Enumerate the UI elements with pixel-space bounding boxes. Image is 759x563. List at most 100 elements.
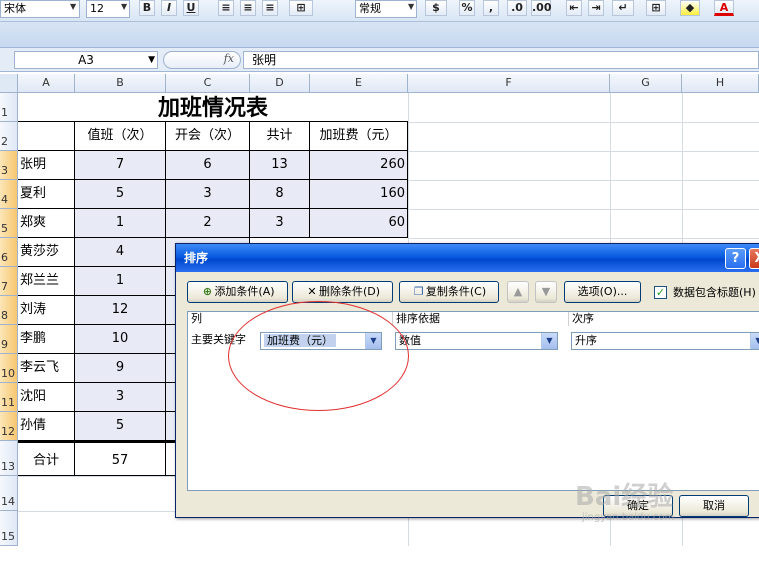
merge-cells-icon[interactable]: ⊞ [289,0,313,16]
row-header[interactable]: 14 [0,476,18,511]
row-header[interactable]: 5 [0,209,18,238]
duty-cell[interactable]: 10 [75,325,166,354]
fee-cell[interactable]: 160 [310,180,408,209]
has-headers-checkbox[interactable]: ✓ [654,286,667,299]
duty-cell[interactable]: 9 [75,354,166,383]
move-up-button[interactable]: ▲ [507,281,529,303]
total-cell[interactable]: 13 [250,151,310,180]
name-cell[interactable]: 郑爽 [18,209,75,238]
total-cell[interactable]: 3 [250,209,310,238]
insert-function-area[interactable]: fx [163,51,241,69]
duty-cell[interactable]: 1 [75,267,166,296]
row-header[interactable]: 1 [0,93,18,122]
header-cell[interactable]: 加班费（元） [310,122,408,151]
name-cell[interactable]: 黄莎莎 [18,238,75,267]
decrease-decimal-icon[interactable]: .00 [531,0,552,16]
column-header-a[interactable]: A [18,74,75,93]
column-header-h[interactable]: H [682,74,759,93]
duty-cell[interactable]: 5 [75,412,166,441]
percent-button[interactable]: % [459,0,475,16]
row-header[interactable]: 11 [0,383,18,412]
delete-level-button[interactable]: ✕ 删除条件(D) [292,281,393,303]
duty-cell[interactable]: 12 [75,296,166,325]
duty-cell[interactable]: 3 [75,383,166,412]
header-cell-empty[interactable] [18,122,75,151]
meeting-cell[interactable]: 3 [166,180,250,209]
fee-cell[interactable]: 60 [310,209,408,238]
duty-cell[interactable]: 1 [75,209,166,238]
row-header[interactable]: 6 [0,238,18,267]
borders-icon[interactable]: ⊞ [646,0,666,16]
total-cell[interactable]: 8 [250,180,310,209]
name-cell[interactable]: 张明 [18,151,75,180]
copy-level-button[interactable]: ❐ 复制条件(C) [399,281,499,303]
sort-on-select[interactable]: 数值 ▼ [395,332,558,350]
column-header-g[interactable]: G [610,74,682,93]
chevron-down-icon[interactable]: ▼ [750,333,759,349]
help-button[interactable]: ? [725,248,746,269]
column-header-b[interactable]: B [75,74,166,93]
indent-increase-icon[interactable]: ⇥ [588,0,604,16]
row-header[interactable]: 9 [0,325,18,354]
row-header[interactable]: 8 [0,296,18,325]
name-cell[interactable]: 李鹏 [18,325,75,354]
row-header[interactable]: 3 [0,151,18,180]
row-header[interactable]: 10 [0,354,18,383]
comma-button[interactable]: , [483,0,499,16]
name-cell[interactable]: 沈阳 [18,383,75,412]
column-header-d[interactable]: D [250,74,310,93]
currency-icon[interactable]: $ [425,0,447,16]
add-level-button[interactable]: ⊕ 添加条件(A) [187,281,288,303]
chevron-down-icon[interactable]: ▼ [541,333,557,349]
font-name-box[interactable]: 宋体 [0,0,80,18]
meeting-cell[interactable]: 6 [166,151,250,180]
italic-button[interactable]: I [161,0,177,16]
name-cell[interactable]: 夏利 [18,180,75,209]
chevron-down-icon[interactable]: ▼ [70,2,76,11]
fee-cell[interactable]: 260 [310,151,408,180]
header-cell[interactable]: 开会（次） [166,122,250,151]
select-all-corner[interactable] [0,74,18,93]
row-header[interactable]: 12 [0,412,18,441]
options-button[interactable]: 选项(O)... [564,281,641,303]
increase-decimal-icon[interactable]: .0 [507,0,527,16]
name-cell[interactable]: 刘涛 [18,296,75,325]
dialog-title-bar[interactable]: 排序 [176,244,759,272]
duty-cell[interactable]: 4 [75,238,166,267]
cancel-button[interactable]: 取消 [679,495,749,517]
chevron-down-icon[interactable]: ▼ [408,2,414,11]
align-center-icon[interactable]: ≡ [240,0,256,16]
duty-cell[interactable]: 5 [75,180,166,209]
name-cell[interactable]: 李云飞 [18,354,75,383]
total-duty-cell[interactable]: 57 [75,441,166,476]
name-cell[interactable]: 孙倩 [18,412,75,441]
total-label-cell[interactable]: 合计 [18,441,75,476]
row-header[interactable]: 13 [0,441,18,476]
row-header[interactable]: 2 [0,122,18,151]
row-header[interactable]: 4 [0,180,18,209]
row-header[interactable]: 7 [0,267,18,296]
bold-button[interactable]: B [139,0,155,16]
row-header[interactable]: 15 [0,511,18,546]
close-button[interactable]: X [749,248,759,269]
order-select[interactable]: 升序 ▼ [571,332,759,350]
header-cell[interactable]: 值班（次） [75,122,166,151]
column-header-e[interactable]: E [310,74,408,93]
formula-input[interactable]: 张明 [243,51,759,69]
wrap-text-icon[interactable]: ↵ [612,0,634,16]
chevron-down-icon[interactable]: ▼ [121,2,127,11]
name-box[interactable]: A3 ▼ [14,51,158,69]
name-cell[interactable]: 郑兰兰 [18,267,75,296]
underline-button[interactable]: U [183,0,199,16]
header-cell[interactable]: 共计 [250,122,310,151]
align-left-icon[interactable]: ≡ [218,0,234,16]
duty-cell[interactable]: 7 [75,151,166,180]
meeting-cell[interactable]: 2 [166,209,250,238]
chevron-down-icon[interactable]: ▼ [148,52,155,68]
fx-icon[interactable]: fx [224,52,234,65]
sheet-title[interactable]: 加班情况表 [18,93,408,122]
indent-decrease-icon[interactable]: ⇤ [566,0,582,16]
fill-color-icon[interactable]: ◆ [680,0,700,16]
font-color-button[interactable]: A [714,0,734,16]
move-down-button[interactable]: ▼ [535,281,557,303]
